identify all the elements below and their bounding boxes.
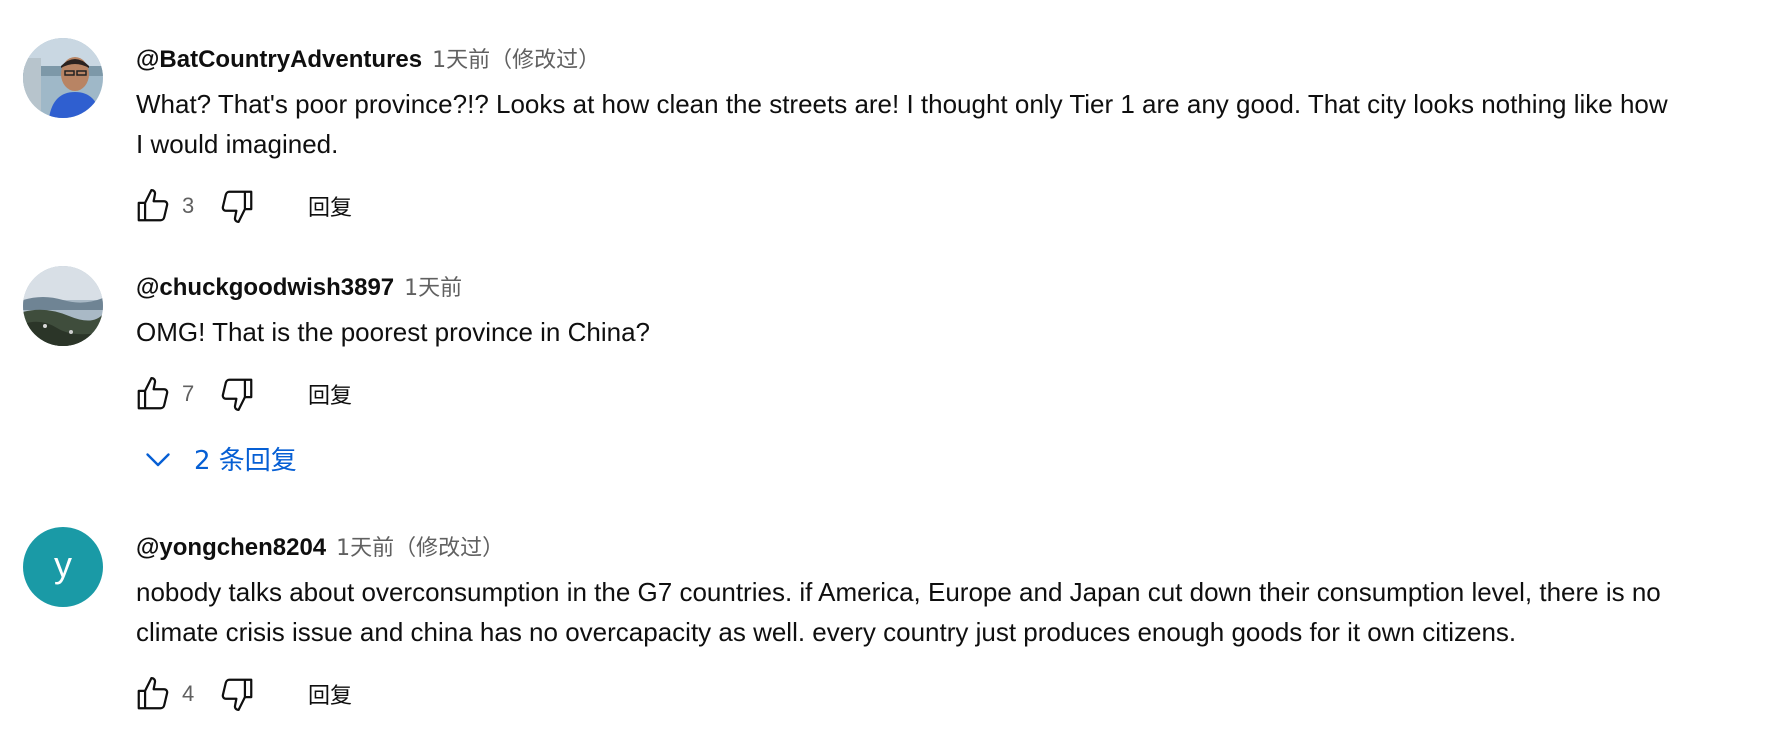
thumb-up-icon <box>137 189 169 222</box>
chevron-down-icon <box>146 452 170 466</box>
author-name[interactable]: @yongchen8204 <box>136 534 326 562</box>
comment-header: @chuckgoodwish3897 1天前 <box>136 270 462 302</box>
avatar-photo <box>23 266 103 346</box>
dislike-button[interactable] <box>216 185 258 227</box>
author-name[interactable]: @BatCountryAdventures <box>136 46 422 74</box>
like-count: 4 <box>182 681 195 706</box>
reply-button[interactable]: 回复 <box>308 678 352 710</box>
dislike-button[interactable] <box>216 373 258 415</box>
comment-header: @BatCountryAdventures 1天前（修改过） <box>136 42 600 74</box>
comment-header: @yongchen8204 1天前（修改过） <box>136 530 504 562</box>
comment-text-line: nobody talks about overconsumption in th… <box>136 577 1661 607</box>
reply-button[interactable]: 回复 <box>308 378 352 410</box>
dislike-button[interactable] <box>216 673 258 715</box>
like-button[interactable] <box>132 673 174 715</box>
reply-button[interactable]: 回复 <box>308 190 352 222</box>
avatar[interactable] <box>23 38 103 118</box>
comment-text: What? That's poor province?!? Looks at h… <box>136 84 1771 164</box>
comment-text-line: What? That's poor province?!? Looks at h… <box>136 89 1668 119</box>
thumb-down-icon <box>221 190 253 223</box>
like-count: 7 <box>182 381 195 406</box>
comment-actions: 4 回复 <box>132 672 352 716</box>
comment-text-line: OMG! That is the poorest province in Chi… <box>136 317 650 347</box>
comment-text: OMG! That is the poorest province in Chi… <box>136 312 1771 352</box>
thumb-up-icon <box>137 677 169 710</box>
like-count: 3 <box>182 193 195 218</box>
avatar[interactable]: y <box>23 527 103 607</box>
comment-timestamp[interactable]: 1天前（修改过） <box>336 530 504 562</box>
comment-timestamp[interactable]: 1天前 <box>404 270 462 302</box>
comment-timestamp[interactable]: 1天前（修改过） <box>432 42 600 74</box>
like-button[interactable] <box>132 185 174 227</box>
view-replies-button[interactable]: 2 条回复 <box>140 440 297 477</box>
comment-text-line: climate crisis issue and china has no ov… <box>136 617 1517 647</box>
like-button[interactable] <box>132 373 174 415</box>
comment-actions: 3 回复 <box>132 184 352 228</box>
view-replies-label: 2 条回复 <box>194 446 297 476</box>
author-name[interactable]: @chuckgoodwish3897 <box>136 274 394 302</box>
thumb-down-icon <box>221 678 253 711</box>
avatar-letter: y <box>54 544 72 585</box>
avatar-photo <box>23 38 103 118</box>
thumb-up-icon <box>137 377 169 410</box>
thumb-down-icon <box>221 378 253 411</box>
comment-actions: 7 回复 <box>132 372 352 416</box>
comment-text: nobody talks about overconsumption in th… <box>136 572 1771 652</box>
comment-text-line: I would imagined. <box>136 129 339 159</box>
avatar[interactable] <box>23 266 103 346</box>
